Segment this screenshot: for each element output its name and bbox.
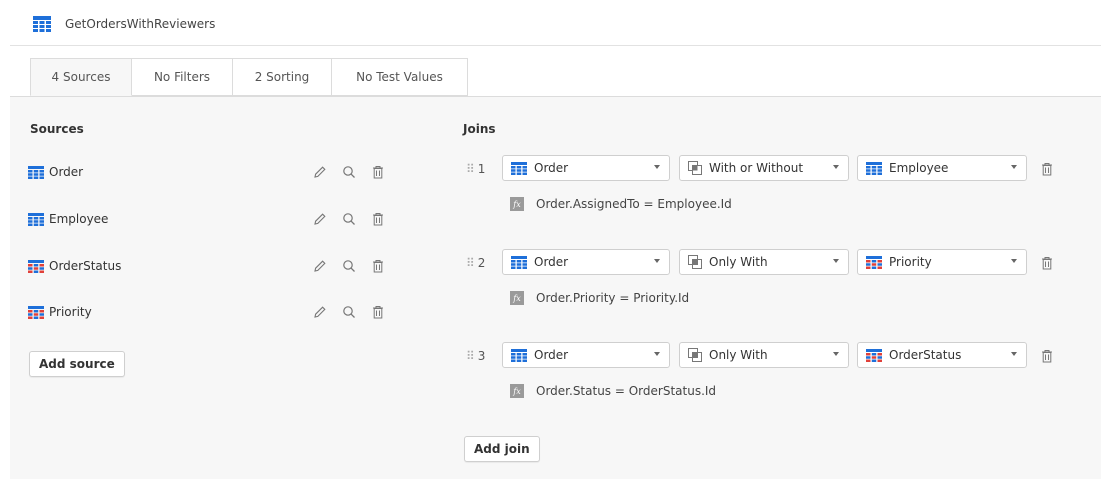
trash-icon[interactable]: [1037, 159, 1057, 179]
formula-icon: fx: [510, 291, 524, 305]
joins-heading: Joins: [463, 122, 496, 136]
source-name: Order: [49, 165, 84, 179]
join-type-select[interactable]: Only With: [679, 342, 849, 368]
chevron-down-icon: [833, 352, 839, 356]
trash-icon[interactable]: [368, 256, 388, 276]
join-condition[interactable]: fx Order.AssignedTo = Employee.Id: [510, 197, 732, 211]
formula-icon: fx: [510, 197, 524, 211]
trash-icon[interactable]: [1037, 253, 1057, 273]
join-right-source-select[interactable]: Priority: [857, 249, 1027, 275]
join-type-icon: [688, 255, 702, 269]
table-grid-multicolor-icon: [866, 348, 882, 362]
join-right-source-select[interactable]: Employee: [857, 155, 1027, 181]
join-item: ⠿ 3 Order Only With OrderStatus fx Order.…: [466, 342, 1066, 398]
join-type-icon: [688, 348, 702, 362]
formula-icon: fx: [510, 384, 524, 398]
chevron-down-icon: [833, 259, 839, 263]
trash-icon[interactable]: [368, 162, 388, 182]
chevron-down-icon: [1011, 352, 1017, 356]
join-type-icon: [688, 161, 702, 175]
join-left-source-select[interactable]: Order: [502, 155, 670, 181]
join-type-select[interactable]: With or Without: [679, 155, 849, 181]
drag-handle-icon[interactable]: ⠿: [466, 349, 475, 363]
source-row-order: Order: [28, 161, 398, 183]
source-row-priority: Priority: [28, 301, 398, 323]
sources-heading: Sources: [30, 122, 84, 136]
tab-test-values[interactable]: No Test Values: [332, 58, 468, 96]
table-grid-icon: [511, 255, 527, 269]
join-condition[interactable]: fx Order.Status = OrderStatus.Id: [510, 384, 716, 398]
chevron-down-icon: [654, 352, 660, 356]
chevron-down-icon: [833, 165, 839, 169]
source-name: Priority: [49, 305, 92, 319]
search-icon[interactable]: [339, 302, 359, 322]
join-number: ⠿ 2: [466, 256, 486, 270]
source-actions: [310, 301, 397, 323]
source-row-employee: Employee: [28, 208, 398, 230]
header-divider: [10, 45, 1101, 46]
table-grid-icon: [33, 16, 51, 32]
source-name: Employee: [49, 212, 109, 226]
join-number: ⠿ 1: [466, 162, 486, 176]
edit-pencil-icon[interactable]: [310, 256, 330, 276]
source-actions: [310, 255, 397, 277]
tab-filters[interactable]: No Filters: [132, 58, 233, 96]
join-left-source-select[interactable]: Order: [502, 342, 670, 368]
table-grid-multicolor-icon: [28, 259, 44, 273]
chevron-down-icon: [1011, 165, 1017, 169]
search-icon[interactable]: [339, 162, 359, 182]
tab-sources[interactable]: 4 Sources: [30, 58, 132, 96]
chevron-down-icon: [654, 259, 660, 263]
trash-icon[interactable]: [368, 302, 388, 322]
source-actions: [310, 208, 397, 230]
search-icon[interactable]: [339, 209, 359, 229]
source-row-orderstatus: OrderStatus: [28, 255, 398, 277]
add-join-button[interactable]: Add join: [464, 436, 540, 462]
join-type-select[interactable]: Only With: [679, 249, 849, 275]
join-number: ⠿ 3: [466, 349, 486, 363]
table-grid-icon: [866, 161, 882, 175]
source-name: OrderStatus: [49, 259, 122, 273]
chevron-down-icon: [654, 165, 660, 169]
join-condition[interactable]: fx Order.Priority = Priority.Id: [510, 291, 689, 305]
join-item: ⠿ 1 Order With or Without Employee fx Ord…: [466, 155, 1066, 211]
edit-pencil-icon[interactable]: [310, 302, 330, 322]
trash-icon[interactable]: [368, 209, 388, 229]
edit-pencil-icon[interactable]: [310, 162, 330, 182]
drag-handle-icon[interactable]: ⠿: [466, 256, 475, 270]
add-source-button[interactable]: Add source: [29, 351, 125, 377]
content-panel: Sources Order Employee OrderStatus Prior…: [10, 96, 1101, 479]
table-grid-icon: [511, 161, 527, 175]
search-icon[interactable]: [339, 256, 359, 276]
table-grid-icon: [511, 348, 527, 362]
join-item: ⠿ 2 Order Only With Priority fx Order.Pri…: [466, 249, 1066, 305]
header: GetOrdersWithReviewers: [33, 12, 215, 36]
source-actions: [310, 161, 397, 183]
chevron-down-icon: [1011, 259, 1017, 263]
tab-bar: 4 Sources No Filters 2 Sorting No Test V…: [30, 58, 468, 97]
join-left-source-select[interactable]: Order: [502, 249, 670, 275]
edit-pencil-icon[interactable]: [310, 209, 330, 229]
query-title: GetOrdersWithReviewers: [65, 17, 216, 31]
drag-handle-icon[interactable]: ⠿: [466, 162, 475, 176]
table-grid-multicolor-icon: [866, 255, 882, 269]
table-grid-icon: [28, 212, 44, 226]
trash-icon[interactable]: [1037, 346, 1057, 366]
tab-sorting[interactable]: 2 Sorting: [233, 58, 332, 96]
table-grid-multicolor-icon: [28, 305, 44, 319]
table-grid-icon: [28, 165, 44, 179]
join-right-source-select[interactable]: OrderStatus: [857, 342, 1027, 368]
